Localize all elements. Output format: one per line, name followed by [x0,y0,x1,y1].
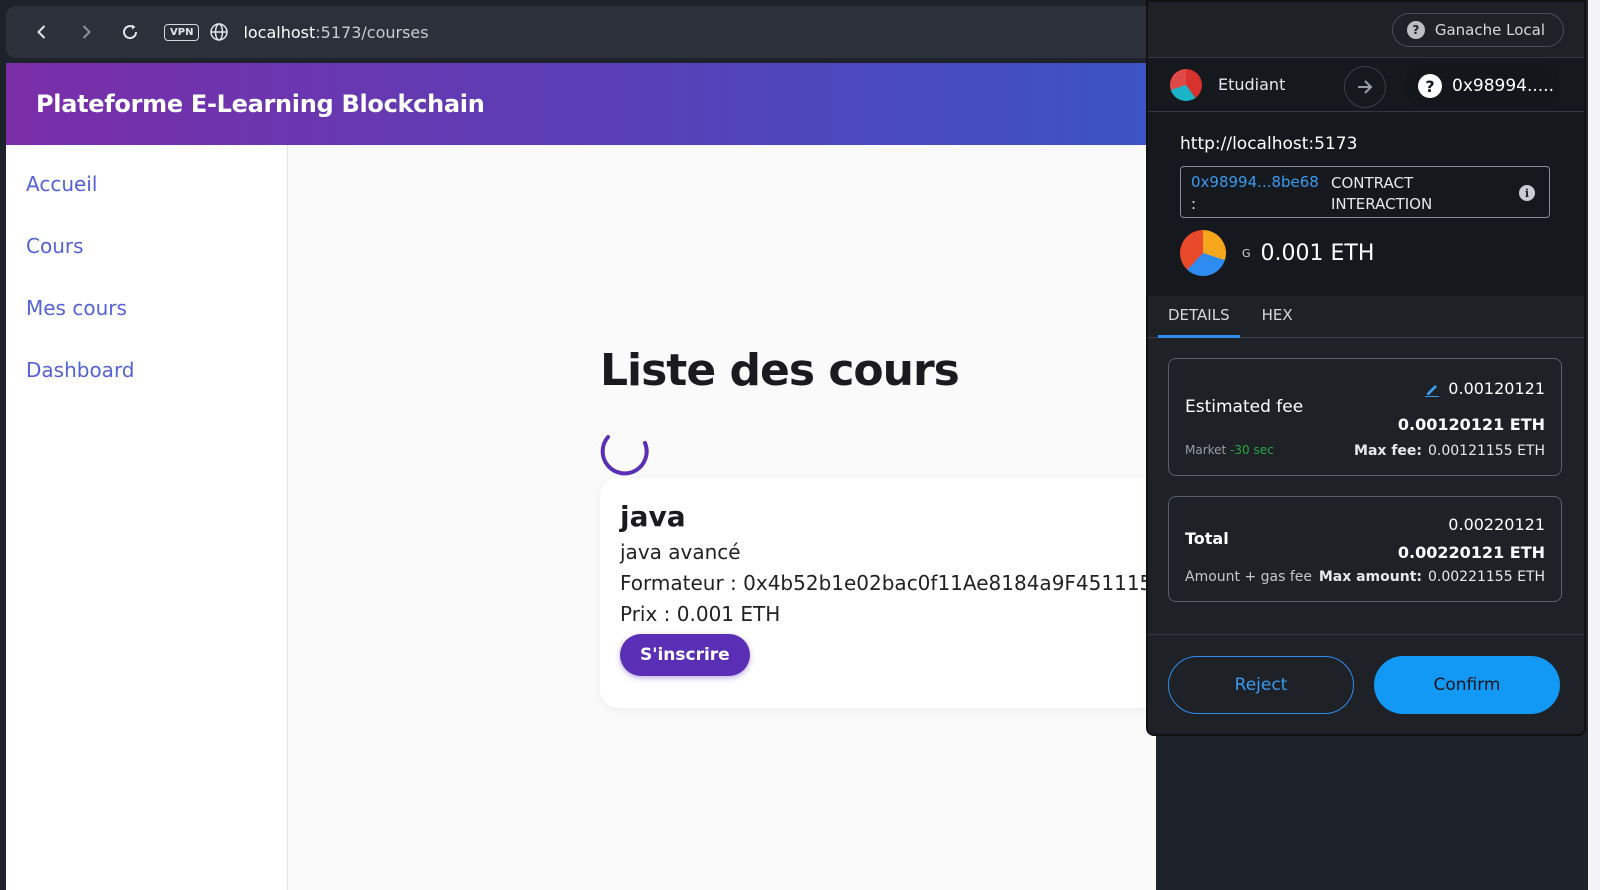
loading-spinner-icon [600,435,649,476]
origin-url: http://localhost:5173 [1180,134,1358,154]
url-host: localhost [243,22,316,42]
back-button[interactable] [20,12,64,52]
estimated-fee-value: 0.00120121 ETH [1397,415,1545,434]
address-bar[interactable]: localhost:5173/courses [243,23,428,42]
tab-hex[interactable]: HEX [1252,296,1303,338]
fee-market: Market -30 sec [1185,443,1274,457]
enroll-button[interactable]: S'inscrire [620,634,750,676]
page-edge [1588,0,1600,890]
reload-icon [123,24,138,40]
total-subtitle: Amount + gas fee [1185,569,1313,585]
network-row: ? Ganache Local [1148,2,1584,58]
market-label: Market [1185,443,1227,457]
max-fee: Max fee: 0.00121155 ETH [1354,443,1545,459]
reload-button[interactable] [108,12,152,52]
sidebar-item-dashboard[interactable]: Dashboard [6,355,287,417]
url-path: :5173/courses [315,22,429,42]
course-title: java [620,500,686,533]
wallet-content: ? Ganache Local Etudiant ? 0x98994..... … [1148,2,1584,276]
sidebar: Accueil Cours Mes cours Dashboard [6,145,288,890]
max-amount: Max amount: 0.00221155 ETH [1319,569,1545,585]
total-top-value: 0.00220121 [1448,515,1545,534]
destination-address[interactable]: ? 0x98994..... [1404,63,1560,109]
course-trainer: Formateur : 0x4b52b1e02bac0f11Ae8184a9F4… [620,571,1156,595]
max-fee-label: Max fee: [1354,443,1422,459]
contract-address-link[interactable]: 0x98994...8be68 [1191,173,1319,191]
app-header: Plateforme E-Learning Blockchain [6,63,1156,145]
market-time: -30 sec [1230,443,1274,457]
forward-button[interactable] [64,12,108,52]
main-content: Liste des cours java java avancé Formate… [288,145,1156,890]
globe-icon [210,23,229,41]
question-icon: ? [1418,74,1442,98]
amount-row: G 0.001 ETH [1180,230,1584,276]
chevron-left-icon [37,25,46,39]
contract-interaction-box: 0x98994...8be68 : CONTRACT INTERACTION i [1180,166,1550,218]
transaction-amount: 0.001 ETH [1260,240,1375,266]
wallet-popup: ? Ganache Local Etudiant ? 0x98994..... … [1146,0,1586,736]
arrow-right-icon [1358,80,1373,94]
transfer-arrow [1344,66,1386,108]
estimated-fee-box: Estimated fee 0.00120121 0.00120121 ETH … [1168,358,1562,476]
network-selector[interactable]: ? Ganache Local [1391,12,1564,47]
course-description: java avancé [620,540,741,564]
pencil-icon [1425,384,1440,397]
chevron-right-icon [82,25,91,39]
course-card: java java avancé Formateur : 0x4b52b1e02… [600,478,1156,708]
vpn-badge[interactable]: VPN [164,23,200,41]
estimated-fee-label: Estimated fee [1185,397,1304,417]
tab-details[interactable]: DETAILS [1158,296,1240,338]
sidebar-item-cours[interactable]: Cours [6,231,287,293]
sidebar-item-accueil[interactable]: Accueil [6,169,287,231]
contract-colon: : [1191,195,1197,213]
token-avatar [1180,230,1226,276]
max-amount-value: 0.00221155 ETH [1428,569,1545,585]
app-title: Plateforme E-Learning Blockchain [36,90,485,118]
info-icon[interactable]: i [1519,185,1535,201]
account-avatar [1170,68,1202,101]
reject-button[interactable]: Reject [1168,656,1354,714]
account-name: Etudiant [1218,75,1286,94]
contract-type: CONTRACT INTERACTION [1331,174,1433,213]
app-window: Plateforme E-Learning Blockchain Accueil… [6,63,1156,890]
max-amount-label: Max amount: [1318,569,1422,585]
page-title: Liste des cours [600,345,960,396]
total-value: 0.00220121 ETH [1397,543,1545,562]
confirm-button[interactable]: Confirm [1374,656,1560,714]
max-fee-value: 0.00121155 ETH [1428,443,1545,459]
question-icon: ? [1406,20,1425,39]
fee-edit-value: 0.00120121 [1448,379,1545,398]
footer-divider [1148,634,1584,635]
total-label: Total [1185,529,1229,548]
course-price: Prix : 0.001 ETH [620,602,781,626]
wallet-tabs: DETAILS HEX [1148,296,1584,338]
amount-prefix: G [1242,246,1251,260]
total-box: Total 0.00220121 0.00220121 ETH Amount +… [1168,496,1562,602]
browser-toolbar: VPN localhost:5173/courses [6,6,1156,58]
destination-text: 0x98994..... [1452,76,1554,96]
edit-fee-button[interactable]: 0.00120121 [1424,379,1545,398]
network-name: Ganache Local [1434,20,1545,39]
account-row: Etudiant ? 0x98994..... [1148,58,1584,112]
sidebar-item-mes-cours[interactable]: Mes cours [6,293,287,355]
